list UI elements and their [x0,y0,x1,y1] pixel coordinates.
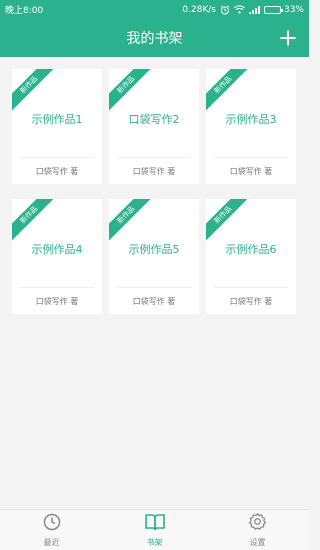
card-divider [214,157,288,158]
alarm-icon [220,4,230,15]
book-title: 示例作品1 [31,113,83,126]
book-card[interactable]: 新作品 示例作品6 口袋写作 著 [206,199,296,314]
card-divider [117,287,191,288]
card-divider [214,287,288,288]
battery-percent: 33% [283,4,304,15]
book-card[interactable]: 新作品 口袋写作2 口袋写作 著 [109,69,199,184]
book-author: 口袋写作 著 [229,167,273,176]
tab-gear[interactable]: 设置 [206,510,309,550]
bookshelf: 新作品 示例作品1 口袋写作 著新作品 口袋写作2 口袋写作 著新作品 示例作品3 口袋写作… [0,57,309,509]
battery-icon [263,5,283,14]
book-author: 口袋写作 著 [35,297,79,306]
book-title: 示例作品4 [31,243,83,256]
battery-status: 33% [263,4,304,15]
book-grid: 新作品 示例作品1 口袋写作 著新作品 口袋写作2 口袋写作 著新作品 示例作品3 口袋写作… [12,69,297,314]
card-divider [20,157,94,158]
signal-icon [248,5,260,14]
book-author: 口袋写作 著 [132,297,176,306]
card-divider [20,287,94,288]
book-card[interactable]: 新作品 示例作品5 口袋写作 著 [109,199,199,314]
book-card[interactable]: 新作品 示例作品1 口袋写作 著 [12,69,102,184]
add-book-button[interactable] [277,27,299,49]
card-divider [117,157,191,158]
book-author: 口袋写作 著 [229,297,273,306]
book-title: 示例作品6 [225,243,277,256]
tab-clock[interactable]: 最近 [0,510,103,550]
book-title: 示例作品5 [128,243,180,256]
book-title: 口袋写作2 [128,113,180,126]
plus-icon [280,30,296,46]
book-author: 口袋写作 著 [132,167,176,176]
status-time: 晚上8:00 [5,6,44,16]
status-indicators: 0.28K/s 33% [182,5,304,15]
book-card[interactable]: 新作品 示例作品4 口袋写作 著 [12,199,102,314]
app-bar: 我的书架 [0,19,309,57]
tab-book[interactable]: 书架 [103,510,206,550]
book-icon [144,513,165,535]
network-speed: 0.28K/s [182,4,216,15]
status-bar: 晚上8:00 0.28K/s 33% [0,0,309,19]
book-title: 示例作品3 [225,113,277,126]
clock-icon [43,513,61,535]
page-title: 我的书架 [126,31,183,47]
tab-label: 最近 [43,537,60,547]
gear-icon [248,512,267,535]
bottom-tab-bar: 最近 书架 设置 [0,509,309,550]
tab-label: 设置 [249,538,266,547]
tab-label: 书架 [146,537,163,547]
wifi-icon [234,5,245,14]
book-card[interactable]: 新作品 示例作品3 口袋写作 著 [206,69,296,184]
book-author: 口袋写作 著 [35,167,79,176]
